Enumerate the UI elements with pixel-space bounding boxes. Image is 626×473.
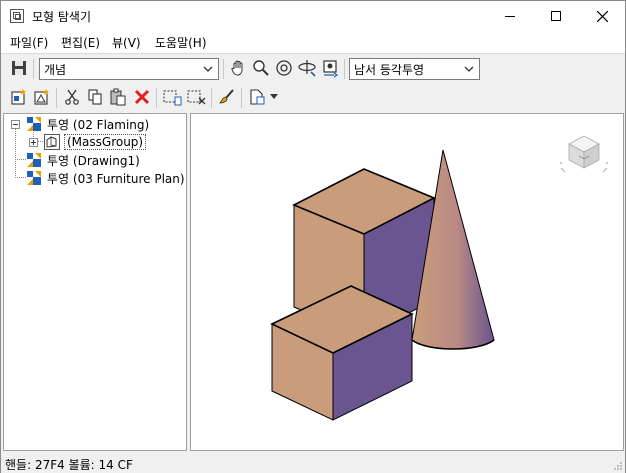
selection-remove-icon xyxy=(187,90,206,105)
properties-dropdown[interactable] xyxy=(267,87,281,107)
view-icon xyxy=(26,152,42,168)
model-tree[interactable]: 투영 (02 Flaming) (MassGroup) 투영 (Drawing1… xyxy=(3,113,187,451)
expand-icon[interactable] xyxy=(29,138,38,147)
tree-item-massgroup[interactable]: (MassGroup) xyxy=(4,133,184,151)
magnifier-icon xyxy=(253,60,269,76)
new-view-icon xyxy=(11,89,26,105)
copy-button[interactable] xyxy=(85,87,105,107)
selection-add-icon xyxy=(163,90,182,106)
save-icon xyxy=(12,61,26,75)
new-group-button[interactable] xyxy=(32,87,52,107)
save-button[interactable] xyxy=(9,58,29,78)
tree-item-02-flaming[interactable]: 투영 (02 Flaming) xyxy=(4,115,184,133)
delete-button[interactable] xyxy=(132,87,152,107)
menu-bar: 파일(F) 편집(E) 뷰(V) 도움말(H) xyxy=(1,31,625,53)
status-bar: 핸들: 27F4 볼륨: 14 CF xyxy=(1,453,625,473)
brush-icon xyxy=(219,89,234,104)
chevron-down-icon xyxy=(203,66,213,72)
maximize-button[interactable] xyxy=(533,1,579,31)
copy-icon xyxy=(88,89,102,105)
select-remove-button[interactable] xyxy=(186,87,206,107)
tree-item-03-furniture-plan[interactable]: 투영 (03 Furniture Plan) xyxy=(4,169,185,187)
toolbar-view: 개념 남서 등각투영 xyxy=(1,53,625,83)
view-icon xyxy=(26,116,42,132)
mass-group-icon xyxy=(44,134,60,150)
collapse-icon[interactable] xyxy=(11,120,20,129)
tree-item-drawing1[interactable]: 투영 (Drawing1) xyxy=(4,151,184,169)
scissors-icon xyxy=(65,89,79,105)
view-direction-combo[interactable]: 남서 등각투영 xyxy=(349,58,480,80)
minimize-icon xyxy=(505,15,515,17)
zoom-button[interactable] xyxy=(251,58,271,78)
new-view-button[interactable] xyxy=(9,87,29,107)
hand-icon xyxy=(231,60,243,76)
toolbar-separator xyxy=(344,59,345,79)
free-orbit-icon xyxy=(298,60,316,77)
minimize-button[interactable] xyxy=(487,1,533,31)
caret-down-icon xyxy=(270,94,278,99)
toolbar-edit xyxy=(1,83,625,113)
visual-style-combo[interactable]: 개념 xyxy=(39,58,219,80)
toolbar-separator xyxy=(223,59,224,79)
chevron-down-icon xyxy=(464,66,474,72)
maximize-icon xyxy=(551,11,561,21)
properties-button[interactable] xyxy=(247,87,267,107)
match-properties-button[interactable] xyxy=(217,87,237,107)
menu-edit[interactable]: 편집(E) xyxy=(61,34,100,51)
free-orbit-button[interactable] xyxy=(297,58,317,78)
resize-grip-icon[interactable] xyxy=(613,461,623,471)
view-direction-value: 남서 등각투영 xyxy=(354,63,425,77)
orbit-icon xyxy=(276,60,292,76)
orbit-button[interactable] xyxy=(274,58,294,78)
paste-button[interactable] xyxy=(108,87,128,107)
toolbar-separator xyxy=(156,88,157,108)
visual-style-value: 개념 xyxy=(44,63,67,77)
document-icon xyxy=(250,89,265,105)
paste-icon xyxy=(110,88,126,106)
delete-icon xyxy=(134,89,150,105)
cut-button[interactable] xyxy=(62,87,82,107)
view-icon xyxy=(26,170,42,186)
camera-button[interactable] xyxy=(320,58,340,78)
tree-item-label: 투영 (03 Furniture Plan) xyxy=(47,172,185,186)
app-icon xyxy=(10,9,24,23)
title-bar: 모형 탐색기 xyxy=(1,1,625,31)
close-button[interactable] xyxy=(579,1,625,31)
close-icon xyxy=(596,10,608,22)
menu-help[interactable]: 도움말(H) xyxy=(155,34,207,51)
select-add-button[interactable] xyxy=(162,87,182,107)
camera-icon xyxy=(323,60,339,78)
tree-item-label: 투영 (02 Flaming) xyxy=(47,118,150,132)
toolbar-separator xyxy=(33,59,34,79)
pan-button[interactable] xyxy=(228,58,248,78)
menu-file[interactable]: 파일(F) xyxy=(10,34,48,51)
toolbar-separator xyxy=(241,88,242,108)
tree-item-label: 투영 (Drawing1) xyxy=(47,154,140,168)
model-explorer-window: 모형 탐색기 파일(F) 편집(E) 뷰(V) 도움말(H) 개념 남서 등각투… xyxy=(0,0,626,473)
status-text: 핸들: 27F4 볼륨: 14 CF xyxy=(5,458,133,472)
toolbar-separator xyxy=(56,88,57,108)
new-group-icon xyxy=(34,89,49,105)
menu-view[interactable]: 뷰(V) xyxy=(112,34,141,51)
model-viewport[interactable] xyxy=(190,113,624,451)
toolbar-separator xyxy=(211,88,212,108)
tree-item-label: (MassGroup) xyxy=(64,134,147,150)
window-title: 모형 탐색기 xyxy=(32,10,92,24)
viewcube-icon[interactable] xyxy=(557,128,611,182)
